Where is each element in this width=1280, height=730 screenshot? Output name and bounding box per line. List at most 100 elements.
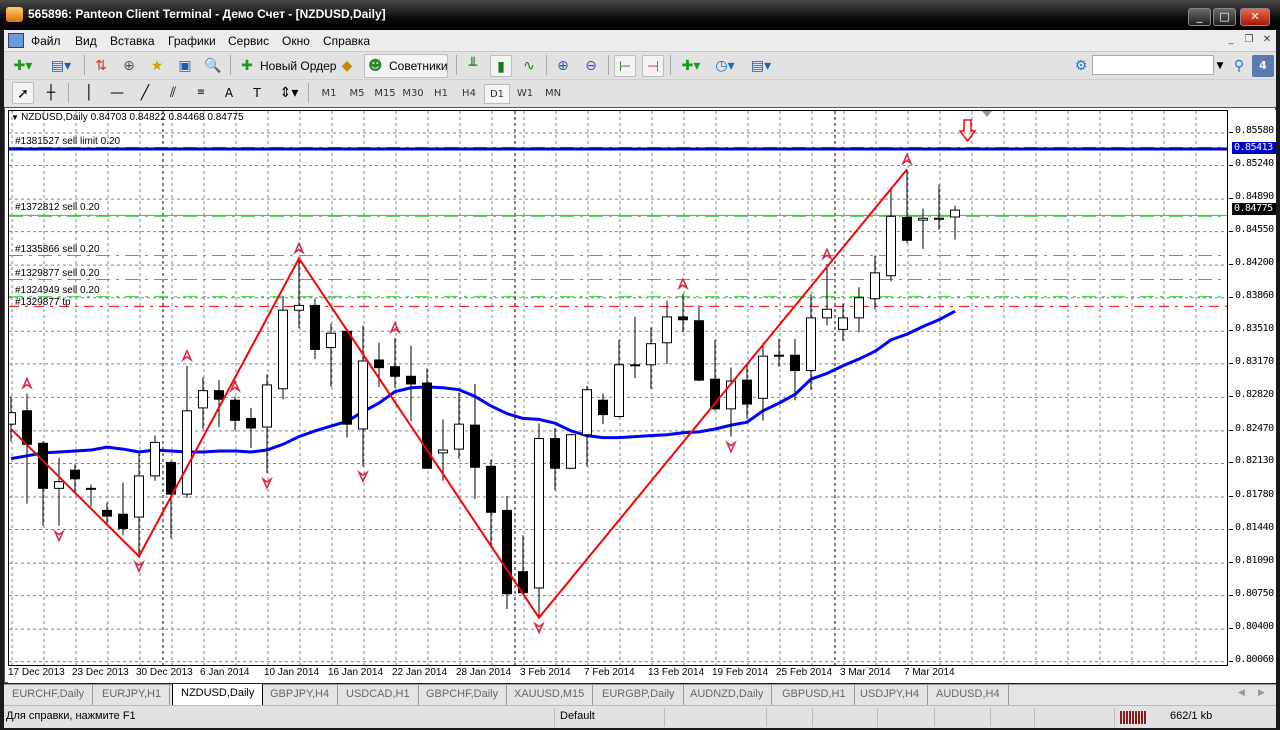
menu-tools[interactable]: Сервис: [228, 34, 269, 48]
menu-window[interactable]: Окно: [282, 34, 310, 48]
candlestick-chart-icon[interactable]: ▮: [490, 55, 512, 77]
tab-usdcad-h1[interactable]: USDCAD,H1: [338, 685, 419, 705]
equidistant-channel-icon[interactable]: ⫽: [162, 82, 184, 104]
metaeditor-icon[interactable]: ◆: [336, 55, 358, 77]
menu-file[interactable]: Файл: [31, 34, 61, 48]
price-chart[interactable]: [9, 111, 1228, 666]
price-tick-label: 0.84200: [1235, 257, 1274, 269]
new-chart-icon[interactable]: ✚▾: [12, 55, 34, 77]
tab-audusd-h4[interactable]: AUDUSD,H4: [928, 685, 1009, 705]
tab-eurgbp-daily[interactable]: EURGBP,Daily: [594, 685, 684, 705]
menu-bar: Файл Вид Вставка Графики Сервис Окно Спр…: [4, 30, 1276, 52]
tab-scroll-right-icon[interactable]: ▶: [1258, 688, 1265, 698]
title-bar: 565896: Panteon Client Terminal - Демо С…: [0, 0, 1280, 30]
price-axis[interactable]: 0.85580 0.85240 0.84890 0.84550 0.84200 0.838…: [1229, 110, 1276, 666]
timeframe-mn[interactable]: MN: [540, 84, 566, 104]
periods-icon[interactable]: ◷▾: [710, 55, 740, 77]
candle-body-bull: [566, 434, 576, 469]
indicators-icon[interactable]: ✚▾: [676, 55, 706, 77]
trendline-icon[interactable]: ╱: [134, 82, 156, 104]
crosshair-icon[interactable]: ┼: [40, 82, 62, 104]
menu-charts[interactable]: Графики: [168, 34, 216, 48]
text-icon[interactable]: A: [218, 82, 240, 104]
candle-body-bull: [134, 475, 144, 518]
fibonacci-icon[interactable]: ≡: [190, 82, 212, 104]
legend-dropdown-icon[interactable]: ▼: [11, 113, 21, 122]
search-input[interactable]: [1092, 55, 1214, 75]
bar-chart-icon[interactable]: ╨: [462, 55, 484, 77]
text-label-icon[interactable]: T: [246, 82, 268, 104]
timeframe-m30[interactable]: M30: [400, 84, 426, 104]
mdi-restore-button[interactable]: ❐: [1242, 34, 1256, 47]
chart-shift-icon[interactable]: ⊣: [642, 55, 664, 77]
mdi-close-button[interactable]: ✕: [1260, 34, 1274, 47]
zoom-out-icon[interactable]: ⊖: [580, 55, 602, 77]
new-order-icon[interactable]: ✚: [236, 55, 258, 77]
tab-nzdusd-daily[interactable]: NZDUSD,Daily: [172, 684, 264, 706]
time-axis[interactable]: 17 Dec 2013 23 Dec 2013 30 Dec 2013 6 Jan 2…: [8, 666, 1276, 683]
candle-body-bear: [790, 354, 800, 372]
timeframe-m15[interactable]: M15: [372, 84, 398, 104]
tab-eurchf-daily[interactable]: EURCHF,Daily: [4, 685, 94, 705]
candle-body-bull: [758, 355, 768, 399]
time-tick-label: 3 Feb 2014: [520, 667, 571, 678]
timeframe-w1[interactable]: W1: [512, 84, 538, 104]
legend-ohlc: NZDUSD,Daily 0.84703 0.84822 0.84468 0.8…: [21, 112, 244, 123]
price-tick-mark: [1229, 230, 1233, 232]
timeframe-m5[interactable]: M5: [344, 84, 370, 104]
candle-body-bear: [902, 216, 912, 241]
cursor-icon[interactable]: ➚: [12, 82, 34, 104]
order-label: #1329877 tp: [15, 297, 71, 309]
price-tick-label: 0.85580: [1235, 124, 1274, 136]
templates-icon[interactable]: ▤▾: [746, 55, 776, 77]
horizontal-line-icon[interactable]: —: [106, 82, 128, 104]
vertical-line-icon[interactable]: │: [78, 82, 100, 104]
search-icon[interactable]: ⚲: [1228, 55, 1250, 77]
experts-toggle-button[interactable]: ☻ Советники: [364, 54, 448, 78]
settings-gear-icon[interactable]: ⚙: [1070, 55, 1092, 77]
tab-audnzd-daily[interactable]: AUDNZD,Daily: [682, 685, 773, 705]
menu-help[interactable]: Справка: [323, 34, 370, 48]
price-tick-mark: [1229, 660, 1233, 662]
search-dropdown-icon[interactable]: ▼: [1214, 55, 1226, 77]
candle-body-bull: [278, 309, 288, 390]
zoom-in-icon[interactable]: ⊕: [552, 55, 574, 77]
market-watch-icon[interactable]: ⇅: [90, 55, 112, 77]
maximize-button[interactable]: □: [1213, 8, 1236, 26]
data-window-crosshair-icon[interactable]: ⊕: [118, 55, 140, 77]
profiles-icon[interactable]: ▤▾: [50, 55, 72, 77]
chart-area[interactable]: ▼ NZDUSD,Daily 0.84703 0.84822 0.84468 0…: [8, 110, 1228, 666]
candle-body-bull: [838, 317, 848, 330]
sell-limit-price-label: 0.85413: [1232, 141, 1276, 154]
status-bar: Для справки, нажмите F1 Default 662/1 kb: [4, 705, 1276, 728]
tab-gbpusd-h1[interactable]: GBPUSD,H1: [774, 685, 855, 705]
navigator-icon[interactable]: ★: [146, 55, 168, 77]
menu-insert[interactable]: Вставка: [110, 34, 155, 48]
tab-eurjpy-h1[interactable]: EURJPY,H1: [94, 685, 171, 705]
fractal-up-arrow: [181, 348, 193, 363]
new-order-button[interactable]: Новый Ордер: [260, 55, 336, 77]
candle-body-bear: [310, 304, 320, 350]
minimize-button[interactable]: _: [1188, 8, 1211, 26]
tab-usdjpy-h4[interactable]: USDJPY,H4: [852, 685, 929, 705]
terminal-icon[interactable]: ▣: [174, 55, 196, 77]
price-tick-mark: [1229, 594, 1233, 596]
tab-scroll-left-icon[interactable]: ◀: [1238, 688, 1245, 698]
tab-gbpjpy-h4[interactable]: GBPJPY,H4: [262, 685, 339, 705]
mdi-minimize-button[interactable]: _: [1224, 34, 1238, 47]
menu-view[interactable]: Вид: [75, 34, 97, 48]
candle-body-bear: [598, 399, 608, 416]
timeframe-h4[interactable]: H4: [456, 84, 482, 104]
close-button[interactable]: ✕: [1240, 8, 1270, 26]
auto-scroll-icon[interactable]: ⊢: [614, 55, 636, 77]
notifications-badge[interactable]: 4: [1252, 55, 1274, 77]
strategy-tester-icon[interactable]: 🔍: [202, 55, 224, 77]
tab-xauusd-m15[interactable]: XAUUSD,M15: [506, 685, 594, 705]
tab-gbpchf-daily[interactable]: GBPCHF,Daily: [418, 685, 508, 705]
chart-legend: ▼ NZDUSD,Daily 0.84703 0.84822 0.84468 0…: [11, 112, 244, 123]
arrows-icon[interactable]: ⇕▾: [274, 82, 304, 104]
line-chart-icon[interactable]: ∿: [518, 55, 540, 77]
timeframe-h1[interactable]: H1: [428, 84, 454, 104]
timeframe-m1[interactable]: M1: [316, 84, 342, 104]
timeframe-d1[interactable]: D1: [484, 84, 510, 104]
